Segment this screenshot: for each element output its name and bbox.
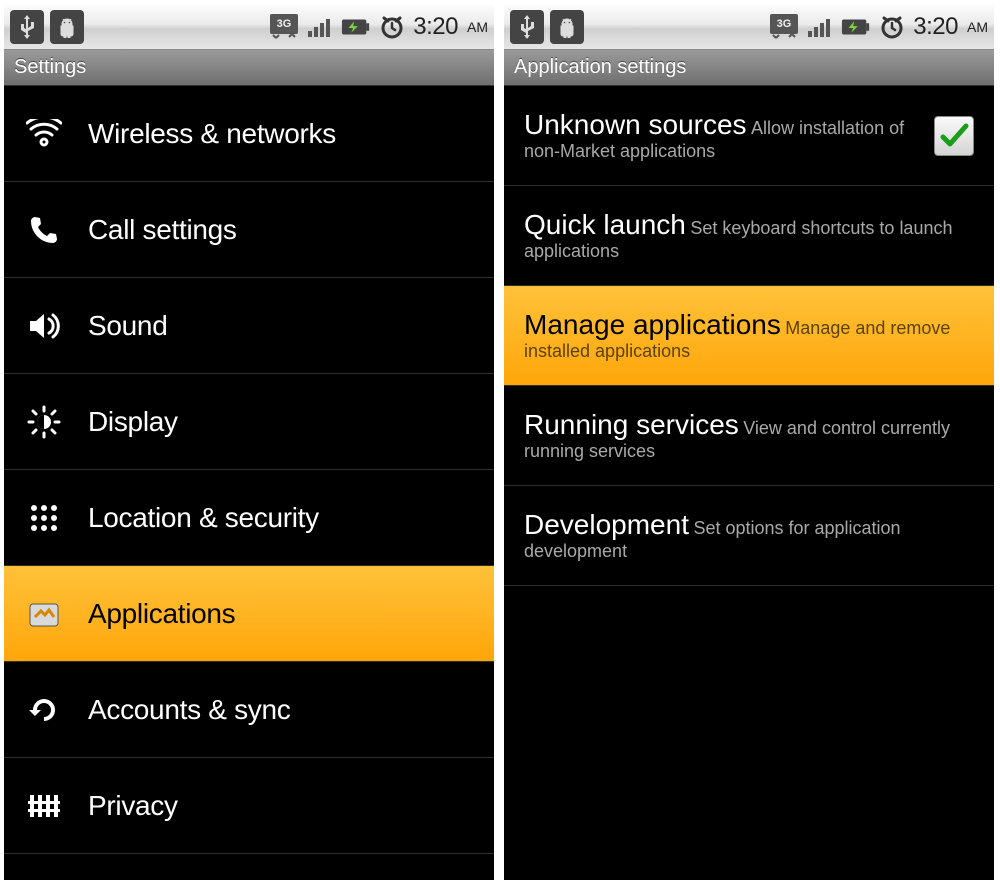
wifi-icon — [22, 112, 66, 156]
phone-application-settings: 3G 3:20 AM Application settings Unknown … — [504, 4, 994, 880]
app-item-title: Manage applications — [524, 309, 781, 340]
settings-item-label: Display — [88, 406, 476, 438]
signal-icon — [305, 12, 335, 42]
screen-title-text: Settings — [14, 56, 86, 79]
alarm-icon — [377, 12, 407, 42]
settings-item-applications[interactable]: Applications — [4, 566, 494, 662]
settings-item-label: Location & security — [88, 502, 476, 534]
app-item-running-services[interactable]: Running services View and control curren… — [504, 386, 994, 486]
settings-item-label: Privacy — [88, 790, 476, 822]
screen-title: Settings — [4, 50, 494, 86]
status-ampm: AM — [967, 19, 988, 35]
settings-item-label: Applications — [88, 598, 476, 630]
battery-charging-icon — [841, 12, 871, 42]
status-time: 3:20 — [913, 13, 958, 41]
status-ampm: AM — [467, 19, 488, 35]
grid-icon — [22, 496, 66, 540]
usb-icon — [510, 10, 544, 44]
app-item-title: Development — [524, 509, 689, 540]
android-debug-icon — [50, 10, 84, 44]
battery-charging-icon — [341, 12, 371, 42]
network-3g-icon: 3G — [769, 12, 799, 42]
settings-item-wireless[interactable]: Wireless & networks — [4, 86, 494, 182]
signal-icon — [805, 12, 835, 42]
android-debug-icon — [550, 10, 584, 44]
settings-item-call[interactable]: Call settings — [4, 182, 494, 278]
checkmark-icon — [939, 121, 969, 151]
settings-item-label: Sound — [88, 310, 476, 342]
sync-icon — [22, 688, 66, 732]
brightness-icon — [22, 400, 66, 444]
settings-list: Wireless & networks Call settings Sound … — [4, 86, 494, 880]
settings-item-label: Wireless & networks — [88, 118, 476, 150]
settings-item-label: Call settings — [88, 214, 476, 246]
svg-text:3G: 3G — [777, 18, 792, 30]
unknown-sources-checkbox[interactable] — [934, 116, 974, 156]
screen-title-text: Application settings — [514, 56, 686, 79]
settings-item-accounts[interactable]: Accounts & sync — [4, 662, 494, 758]
settings-item-display[interactable]: Display — [4, 374, 494, 470]
settings-item-location[interactable]: Location & security — [4, 470, 494, 566]
phone-settings: 3G 3:20 AM Settings Wireless & networks — [4, 4, 494, 880]
app-item-quick-launch[interactable]: Quick launch Set keyboard shortcuts to l… — [504, 186, 994, 286]
app-item-development[interactable]: Development Set options for application … — [504, 486, 994, 586]
status-bar: 3G 3:20 AM — [4, 4, 494, 50]
speaker-icon — [22, 304, 66, 348]
app-item-title: Running services — [524, 409, 739, 440]
status-time: 3:20 — [413, 13, 458, 41]
app-item-manage-applications[interactable]: Manage applications Manage and remove in… — [504, 286, 994, 386]
screen-title: Application settings — [504, 50, 994, 86]
settings-item-sound[interactable]: Sound — [4, 278, 494, 374]
alarm-icon — [877, 12, 907, 42]
app-item-title: Quick launch — [524, 209, 686, 240]
network-3g-icon: 3G — [269, 12, 299, 42]
app-item-title: Unknown sources — [524, 109, 747, 140]
status-bar: 3G 3:20 AM — [504, 4, 994, 50]
privacy-fence-icon — [22, 784, 66, 828]
svg-text:3G: 3G — [277, 18, 292, 30]
applications-icon — [22, 592, 66, 636]
usb-icon — [10, 10, 44, 44]
settings-item-privacy[interactable]: Privacy — [4, 758, 494, 854]
app-settings-list: Unknown sources Allow installation of no… — [504, 86, 994, 880]
phone-icon — [22, 208, 66, 252]
settings-item-label: Accounts & sync — [88, 694, 476, 726]
app-item-unknown-sources[interactable]: Unknown sources Allow installation of no… — [504, 86, 994, 186]
